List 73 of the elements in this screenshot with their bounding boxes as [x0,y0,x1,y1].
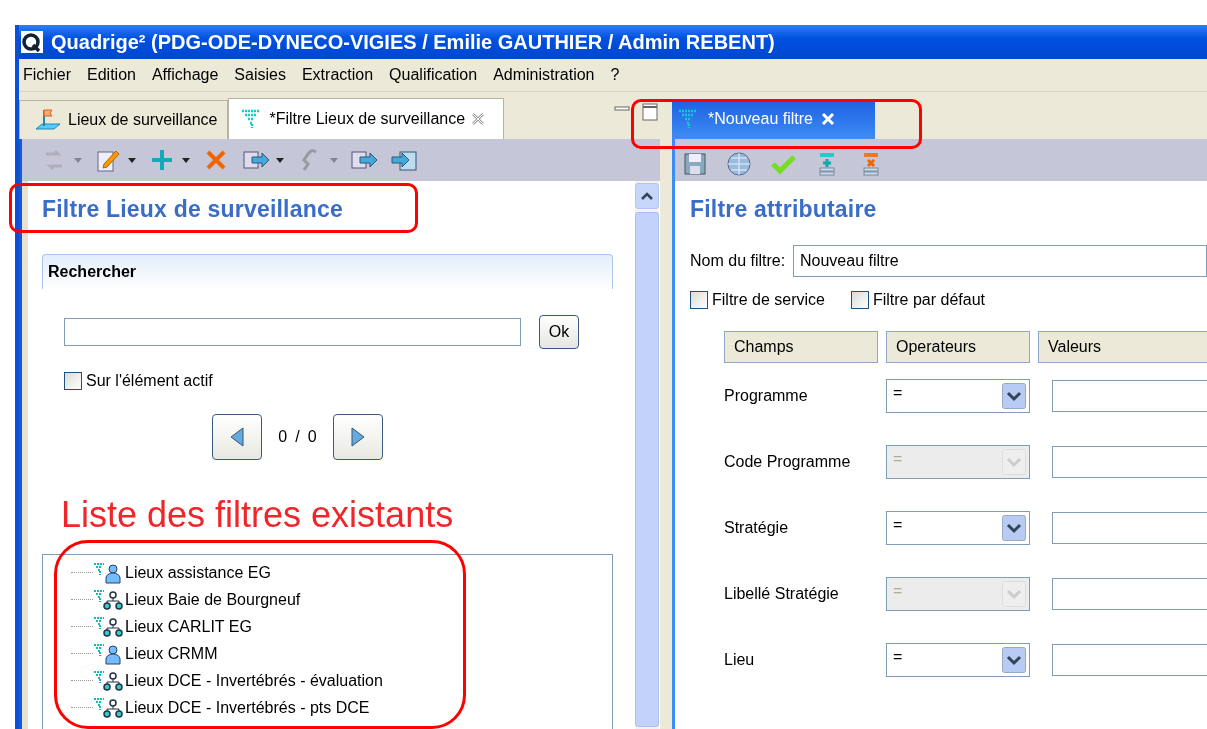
field-label: Nom du filtre: [690,252,787,271]
previous-button[interactable] [212,414,263,461]
checkbox[interactable] [64,372,82,391]
name-field[interactable]: Nouveau filtre [793,245,1207,278]
section-header: Rechercher [47,262,138,283]
column-header: Operateurs [886,331,1030,364]
filter-item[interactable]: Lieux DCE - Invertébrés - évaluation [125,671,383,690]
view-tab[interactable]: *Filtre Lieux de surveillance [228,98,505,139]
filter-item[interactable]: Lieux Baie de Bourgneuf [125,590,301,609]
checkbox-label: Sur l'élément actif [86,372,213,391]
menu-item[interactable]: Fichier [23,66,71,84]
scroll-up-button[interactable] [635,183,659,209]
view-tab[interactable]: Lieux de surveillance [19,100,229,139]
app-logo-icon [21,31,43,53]
save-tool-button[interactable] [681,150,709,178]
separator-text: / [295,428,300,447]
menu-item[interactable]: Administration [493,66,595,84]
caret-icon [74,157,82,163]
view-title: Filtre Lieux de surveillance [42,197,343,222]
result-total: 0 [307,428,317,447]
filter-person-icon [93,561,123,584]
checkbox[interactable] [690,291,708,310]
maximize-icon[interactable] [642,103,658,121]
filter-item[interactable]: Lieux CARLIT EG [125,617,252,636]
globe-tool-button[interactable] [725,150,753,178]
caret-icon [330,157,338,163]
checkbox[interactable] [850,291,869,310]
globe-icon [725,150,753,178]
menu-item[interactable]: ? [610,66,620,84]
left-triangle-icon [230,427,245,448]
menu-item[interactable]: Extraction [301,66,374,84]
editor-tab[interactable]: *Nouveau filtre [672,99,875,139]
caret-icon [128,157,136,163]
filter-group-icon [93,669,123,692]
menu-item[interactable]: Saisies [234,66,286,84]
result-index: 0 [278,428,288,447]
field-label: Stratégie [724,518,790,539]
checkbox-label: Filtre de service [712,291,825,310]
filter-item[interactable]: Lieux DCE - Invertébrés - pts DCE [125,698,370,717]
close-icon[interactable] [471,112,486,126]
filter-item[interactable]: Lieux CRMM [125,644,218,663]
field-label: Programme [724,386,809,407]
chevron-down-icon[interactable] [1002,647,1026,674]
column-header: Champs [724,331,878,364]
window-title: Quadrige² (PDG-ODE-DYNECO-VIGIES / Emilie GAUTHIER / Admin REBENT) [51,30,775,54]
checkbox-label: Filtre par défaut [872,291,985,310]
caret-icon [182,157,190,163]
filter-person-icon [93,642,123,665]
menu-item[interactable]: Affichage [151,66,219,84]
ok-button[interactable]: Ok [539,315,579,350]
field-label: Libellé Stratégie [724,584,840,605]
filter-item[interactable]: Lieux assistance EG [125,563,271,582]
column-header: Valeurs [1038,331,1207,364]
filter-group-icon [93,615,123,638]
menu-item[interactable]: Edition [87,66,136,84]
editor-title: Filtre attributaire [690,197,877,222]
chevron-down-icon[interactable] [1002,515,1026,542]
save-icon [681,150,709,178]
operator-dropdown[interactable]: = [886,379,1030,414]
filter-group-icon [93,696,123,719]
menu-item[interactable]: Qualification [389,66,478,84]
operator-dropdown[interactable]: = [886,643,1030,678]
next-button[interactable] [332,414,383,461]
search-field[interactable] [64,318,521,347]
field-label: Lieu [724,650,756,671]
field-label: Code Programme [724,452,852,473]
annotation-text: Liste des filtres existants [61,494,454,537]
chevron-down-icon[interactable] [1002,383,1026,410]
caret-icon [276,157,284,163]
right-triangle-icon [350,427,365,448]
operator-dropdown[interactable]: = [886,511,1030,546]
chevron-up-icon [641,192,653,200]
filter-group-icon [93,588,123,611]
